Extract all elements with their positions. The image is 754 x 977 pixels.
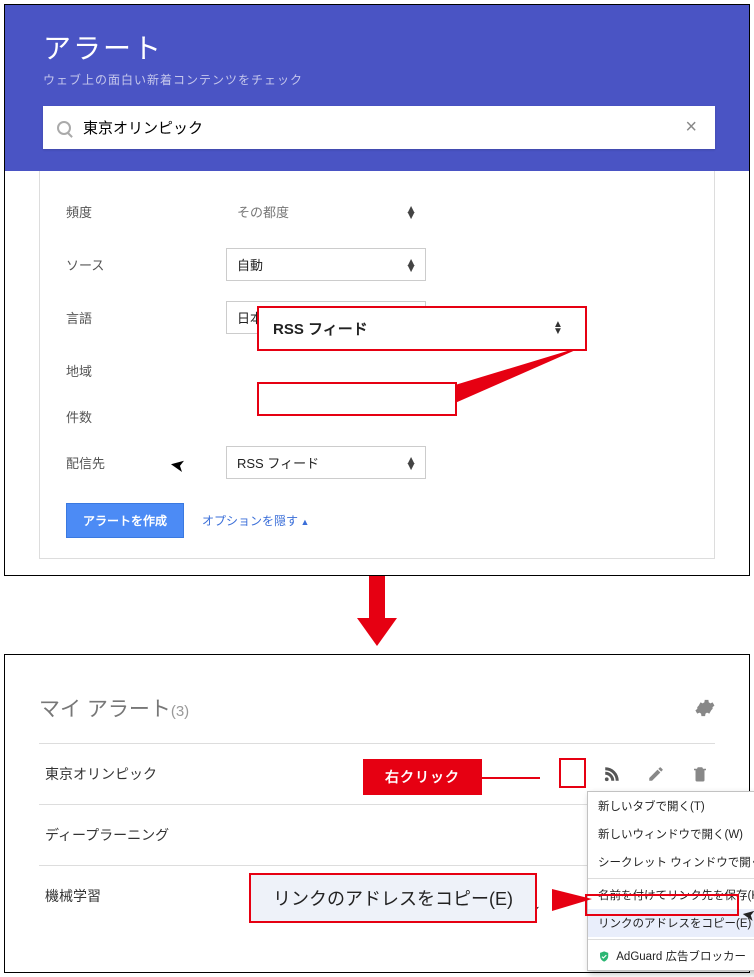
chevron-updown-icon: ▲▼	[405, 206, 417, 218]
page-title: アラート	[43, 27, 715, 67]
actions: アラートを作成 オプションを隠す	[40, 489, 714, 538]
rss-icon[interactable]	[603, 765, 621, 783]
annotation-connector	[455, 345, 589, 405]
menu-item-copy-link-address[interactable]: リンクのアドレスをコピー(E)	[588, 909, 754, 937]
destination-select[interactable]: RSS フィード ▲▼	[226, 446, 426, 479]
destination-label: 配信先	[66, 453, 226, 472]
alerts-create-panel: アラート ウェブ上の面白い新着コンテンツをチェック × 頻度 その都度 ▲▼ ソ…	[4, 4, 750, 576]
trash-icon[interactable]	[691, 765, 709, 783]
header: アラート ウェブ上の面白い新着コンテンツをチェック ×	[5, 5, 749, 171]
alert-options-card: 頻度 その都度 ▲▼ ソース 自動 ▲▼ 言語 日本語 ▲▼	[39, 171, 715, 559]
source-select[interactable]: 自動 ▲▼	[226, 248, 426, 281]
chevron-updown-icon: ▲▼	[553, 319, 565, 339]
context-menu: 新しいタブで開く(T) 新しいウィンドウで開く(W) シークレット ウィンドウで…	[587, 791, 754, 971]
menu-item-adguard[interactable]: AdGuard 広告ブロッカー	[588, 942, 754, 970]
my-alerts-panel: マイ アラート(3) 東京オリンピック ディープラーニング	[4, 654, 750, 973]
row-destination: 配信先 RSS フィード ▲▼	[40, 436, 714, 489]
edit-icon[interactable]	[647, 765, 665, 783]
hide-options-link[interactable]: オプションを隠す	[202, 512, 309, 529]
menu-item-open-window[interactable]: 新しいウィンドウで開く(W)	[588, 820, 754, 848]
region-label: 地域	[66, 361, 226, 380]
gear-icon[interactable]	[693, 697, 715, 719]
row-region: 地域 すべての地域 ▲▼	[40, 344, 714, 397]
my-alerts-title: マイ アラート(3)	[39, 693, 189, 723]
flow-arrow-icon	[357, 576, 397, 646]
frequency-label: 頻度	[66, 202, 226, 221]
row-frequency: 頻度 その都度 ▲▼	[40, 185, 714, 238]
row-count: 件数	[40, 397, 714, 436]
source-label: ソース	[66, 255, 226, 274]
search-input[interactable]	[81, 118, 681, 137]
search-icon	[57, 121, 71, 135]
shield-check-icon	[598, 950, 610, 963]
clear-search-icon[interactable]: ×	[681, 116, 701, 139]
frequency-select[interactable]: その都度 ▲▼	[226, 195, 426, 228]
menu-item-save-link[interactable]: 名前を付けてリンク先を保存(K)...	[588, 881, 754, 909]
annotation-rss-callout: RSS フィード ▲▼	[257, 306, 587, 351]
create-alert-button[interactable]: アラートを作成	[66, 503, 184, 538]
chevron-updown-icon: ▲▼	[405, 259, 417, 271]
count-label: 件数	[66, 407, 226, 426]
row-source: ソース 自動 ▲▼	[40, 238, 714, 291]
language-label: 言語	[66, 308, 226, 327]
alert-name: 東京オリンピック	[45, 764, 603, 784]
chevron-updown-icon: ▲▼	[405, 457, 417, 469]
menu-item-open-tab[interactable]: 新しいタブで開く(T)	[588, 792, 754, 820]
menu-item-open-incognito[interactable]: シークレット ウィンドウで開く(G)	[588, 848, 754, 876]
annotation-connector	[552, 889, 592, 919]
annotation-right-click-label: 右クリック	[363, 759, 482, 795]
annotation-copy-link-callout: リンクのアドレスをコピー(E)	[249, 873, 537, 923]
alert-name: ディープラーニング	[45, 825, 603, 845]
search-bar[interactable]: ×	[43, 106, 715, 149]
my-alerts-header: マイ アラート(3)	[39, 683, 715, 744]
page-subtitle: ウェブ上の面白い新着コンテンツをチェック	[43, 71, 715, 88]
